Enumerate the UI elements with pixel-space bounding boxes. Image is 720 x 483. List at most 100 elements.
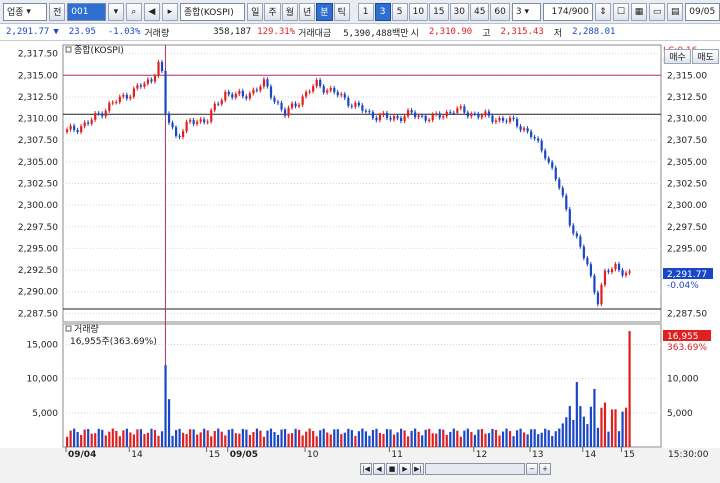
- candle-body: [515, 119, 519, 127]
- custom-interval-select[interactable]: 3 ▾: [511, 2, 541, 21]
- volume-tick-label: 5,000: [32, 409, 58, 419]
- volume-bar: [491, 428, 494, 447]
- volume-bar: [530, 429, 533, 447]
- volume-bar: [259, 430, 262, 447]
- scrollbar[interactable]: [425, 463, 525, 475]
- date-field[interactable]: 09/05: [685, 2, 720, 21]
- volume-bar: [189, 429, 192, 447]
- down-arrow-icon: ▼: [53, 27, 59, 37]
- period-tab-0[interactable]: 일: [247, 2, 264, 21]
- last-icon[interactable]: ▶|: [412, 463, 424, 475]
- candle-body: [266, 79, 269, 87]
- candle-body: [537, 138, 540, 141]
- interval-tab-5[interactable]: 30: [449, 2, 469, 21]
- volume-bar: [276, 434, 280, 447]
- code-input[interactable]: 001: [67, 2, 106, 21]
- interval-tab-4[interactable]: 15: [429, 2, 449, 21]
- candle-body: [407, 110, 410, 117]
- speaker-icon[interactable]: ◀: [143, 2, 160, 21]
- volume-bar: [143, 434, 146, 447]
- volume-bar: [132, 434, 135, 447]
- period-tab-2[interactable]: 월: [281, 2, 298, 21]
- interval-tab-2[interactable]: 5: [391, 2, 408, 21]
- candle-body: [238, 90, 241, 94]
- interval-tab-0[interactable]: 1: [357, 2, 374, 21]
- candle-body: [97, 113, 100, 115]
- price-tick-label: 2,305.00: [18, 158, 58, 168]
- volume-bar: [561, 423, 564, 447]
- volume-bar: [153, 430, 157, 447]
- candle-body: [83, 122, 86, 127]
- high-value: 2,315.43: [500, 27, 544, 37]
- candle-body: [347, 97, 350, 106]
- volume-bar: [442, 429, 445, 447]
- candle-body: [287, 107, 290, 116]
- chart-svg[interactable]: 2,317.50 2,315.00 2,312.50 2,310.00 2,307.50…: [0, 41, 720, 480]
- interval-tab-7[interactable]: 60: [490, 2, 510, 21]
- price-tick-label-right: 2,307.50: [667, 136, 707, 146]
- volume-bar: [547, 430, 550, 447]
- quote-bar: 2,291.77 ▼ 23.95 -1.03% 거래량 358,187 129.…: [0, 24, 720, 41]
- candle-body: [558, 179, 561, 188]
- buy-button[interactable]: 매수: [664, 49, 691, 64]
- category-button[interactable]: 전: [49, 2, 66, 21]
- volume-bar: [136, 429, 139, 447]
- category-label: 업종: [7, 8, 24, 18]
- period-tab-4[interactable]: 분: [316, 2, 333, 21]
- prev-icon[interactable]: ◀: [373, 463, 385, 475]
- checkbox-icon[interactable]: ☐: [612, 2, 629, 21]
- volume-bar: [125, 428, 128, 447]
- search-icon[interactable]: ⌕: [125, 2, 142, 21]
- volume-bar: [336, 429, 339, 447]
- candle-body: [431, 114, 434, 121]
- next-icon[interactable]: ▶: [399, 463, 411, 475]
- candle-body: [333, 88, 336, 93]
- interval-tab-3[interactable]: 10: [408, 2, 429, 21]
- adjust-icon[interactable]: ⇕: [594, 2, 611, 21]
- volume-bar: [382, 433, 385, 447]
- candle-body: [544, 150, 547, 159]
- price-tick-label: 2,297.50: [18, 223, 58, 233]
- period-tab-5[interactable]: 틱: [333, 2, 350, 21]
- candle-body: [185, 121, 188, 132]
- candle-body: [445, 111, 448, 117]
- dropdown-icon[interactable]: ▾: [107, 2, 124, 21]
- candle-body: [530, 131, 533, 138]
- calendar-icon[interactable]: ▤: [667, 2, 684, 21]
- volume-bar: [122, 430, 125, 447]
- period-tab-3[interactable]: 년: [298, 2, 316, 21]
- volume-bar: [87, 429, 90, 447]
- candle-body: [607, 270, 610, 273]
- zoom-out-icon[interactable]: −: [526, 463, 538, 475]
- first-icon[interactable]: |◀: [360, 463, 372, 475]
- arrow-icon[interactable]: ▸: [161, 2, 178, 21]
- candle-body: [125, 94, 128, 99]
- candle-body: [442, 116, 445, 118]
- volume-bar: [593, 388, 596, 447]
- interval-tab-1[interactable]: 3: [374, 2, 391, 21]
- volume-bar: [582, 416, 585, 447]
- grid-icon[interactable]: ▦: [630, 2, 647, 21]
- candle-body: [231, 94, 234, 98]
- zoom-in-icon[interactable]: +: [539, 463, 551, 475]
- volume-bar: [378, 432, 382, 447]
- candle-body: [589, 264, 593, 276]
- volume-bar: [347, 428, 350, 447]
- volume-toggle-icon[interactable]: [65, 325, 72, 332]
- candle-body: [565, 195, 568, 210]
- volume-bar: [572, 419, 575, 447]
- candle-body: [227, 91, 230, 95]
- sell-button[interactable]: 매도: [692, 49, 719, 64]
- category-select[interactable]: 업종 ▾: [3, 2, 48, 21]
- interval-tab-6[interactable]: 45: [469, 2, 490, 21]
- volume-bar: [421, 435, 424, 447]
- candle-body: [466, 112, 469, 117]
- volume-bar: [206, 430, 209, 447]
- volume-bar: [568, 406, 571, 447]
- panel-toggle-icon[interactable]: [65, 46, 72, 53]
- stop-icon[interactable]: ■: [386, 463, 398, 475]
- period-tab-1[interactable]: 주: [264, 2, 281, 21]
- volume-bar: [329, 434, 332, 447]
- count-field[interactable]: 174/900: [542, 2, 593, 21]
- window-icon[interactable]: ▭: [649, 2, 666, 21]
